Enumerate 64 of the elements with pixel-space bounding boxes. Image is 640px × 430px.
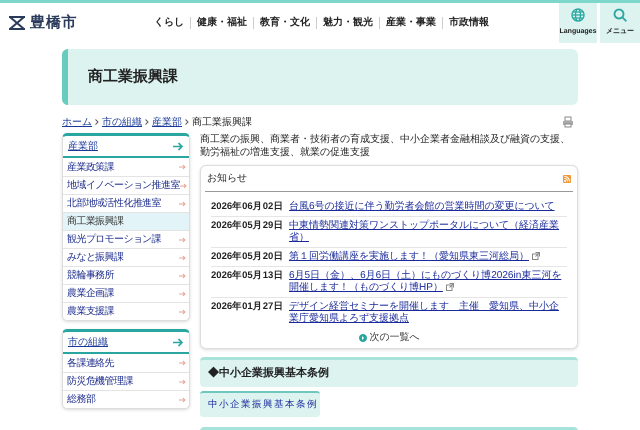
news-link[interactable]: 台風6号の接近に伴う勤労者会館の営業時間の変更について [289,201,567,213]
arrow-right-icon [179,360,186,366]
arrow-right-icon [179,164,186,170]
section-heading: ◆中小企業振興基本条例 [200,357,578,387]
sidebar-link[interactable]: 競輪事務所 [67,268,114,283]
arrow-circle-icon [358,334,366,342]
breadcrumb-link[interactable]: 産業部 [152,114,182,130]
news-date: 2026年06月02日 [211,201,284,213]
description-text: 商工業の振興、商業者・技術者の育成支援、中小企業者金融相談及び融資の支援、勤労福祉の増進支援、就業の促進支援 [200,133,571,159]
breadcrumb-current: 商工業振興課 [192,116,252,130]
sidebar-link[interactable]: 観光プロモーション課 [67,232,162,247]
external-link-icon [532,252,540,260]
news-date: 2026年05月13日 [211,270,284,282]
external-link-icon [446,283,454,291]
print-icon[interactable] [562,116,574,128]
arrow-right-icon [179,378,186,384]
news-date: 2026年01月27日 [211,301,284,313]
arrow-right-icon [173,142,184,150]
sidebar-link[interactable]: 総務部 [67,392,96,407]
nav-link[interactable]: 市政情報 [442,17,495,29]
chevron-right-icon [145,119,149,125]
nav-link[interactable]: 健康・福祉 [190,17,253,29]
page-title: 商工業振興課 [88,66,178,87]
rss-icon[interactable] [563,174,571,182]
breadcrumb-link[interactable]: 市の組織 [102,114,142,130]
sidebar-link[interactable]: 産業政策課 [67,160,114,174]
nav-link[interactable]: 教育・文化 [253,17,316,29]
arrow-right-icon [173,338,184,346]
search-icon [613,8,627,22]
sidebar-link[interactable]: 農業企画課 [67,286,114,301]
arrow-right-icon [180,182,187,188]
sidebar-link[interactable]: 北部地域活性化推進室 [67,196,162,211]
globe-icon [571,8,585,22]
breadcrumb-link[interactable]: ホーム [62,114,92,130]
section-link-button[interactable]: 中小企業振興基本条例 [200,391,320,417]
news-heading: お知らせ [207,172,247,186]
news-link[interactable]: デザイン経営セミナーを開催します 主催 愛知県、中小企業庁愛知県よろず支援拠点 [289,301,567,325]
nav-link[interactable]: 魅力・観光 [316,17,379,29]
next-list-link[interactable]: 次の一覧へ [358,330,420,345]
news-link[interactable]: 6月5日（金）、6月6日（土）にものづくり博2026in東三河を開催します！（ものづくり博HP） [289,270,567,294]
arrow-right-icon [179,200,186,206]
nav-link[interactable]: くらし [148,17,190,29]
arrow-right-icon [179,308,186,314]
sidebar-link[interactable]: 各課連絡先 [67,356,114,370]
sidebar-link[interactable]: 農業支援課 [67,304,114,319]
arrow-right-icon [179,236,186,242]
arrow-right-icon [179,290,186,296]
arrow-right-icon [179,254,186,260]
arrow-right-icon [179,272,186,278]
news-link[interactable]: 第１回労働講座を実施します！（愛知県東三河総局） [289,251,567,263]
sidebar-heading-link[interactable]: 産業部 [68,138,98,154]
sidebar-link[interactable]: みなと振興課 [67,250,124,265]
chevron-right-icon [95,119,99,125]
arrow-right-icon [179,396,186,402]
nav-link[interactable]: 産業・事業 [379,17,442,29]
news-link[interactable]: 中東情勢関連対策ワンストップポータルについて（経済産業省） [289,220,567,244]
sidebar-link[interactable]: 防災危機管理課 [67,374,133,389]
city-logo[interactable]: 豊橋市 [30,12,78,34]
sidebar-heading-link[interactable]: 市の組織 [68,334,108,350]
news-date: 2026年05月20日 [211,251,284,263]
chevron-right-icon [185,119,189,125]
sidebar-link[interactable]: 地域イノベーション推進室 [67,178,180,193]
news-date: 2026年05月29日 [211,220,284,232]
city-emblem-icon [8,16,26,30]
